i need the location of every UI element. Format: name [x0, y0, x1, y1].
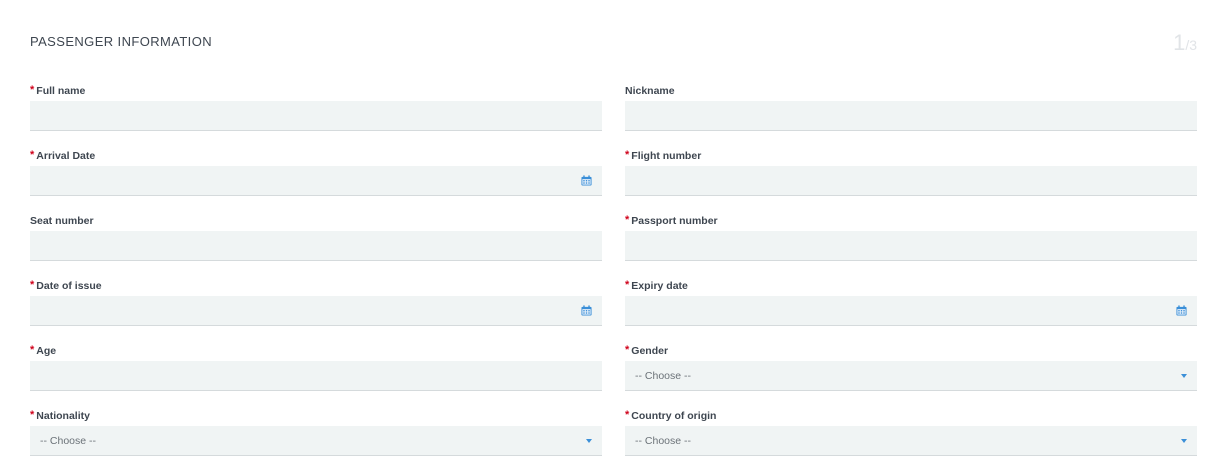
nickname-input[interactable] [625, 101, 1197, 131]
field-seat-number: Seat number [30, 210, 602, 275]
form-grid: * Full name Nickname * Arrival Date * Fl… [30, 80, 1197, 470]
required-marker: * [625, 279, 630, 291]
label-gender: * Gender [625, 344, 669, 357]
required-marker: * [625, 149, 630, 161]
nationality-select[interactable]: -- Choose -- [30, 426, 602, 456]
date-of-issue-input[interactable] [30, 296, 602, 326]
required-marker: * [625, 214, 630, 226]
flight-number-input[interactable] [625, 166, 1197, 196]
country-of-origin-selected-value: -- Choose -- [635, 434, 692, 447]
required-marker: * [30, 149, 35, 161]
field-arrival-date: * Arrival Date [30, 145, 602, 210]
label-age: * Age [30, 344, 57, 357]
chevron-down-icon[interactable] [1181, 374, 1187, 378]
chevron-down-icon[interactable] [1181, 439, 1187, 443]
label-date-of-issue: * Date of issue [30, 279, 102, 292]
label-seat-number: Seat number [30, 215, 94, 227]
field-nickname: Nickname [625, 80, 1197, 145]
age-input[interactable] [30, 361, 602, 391]
label-passport-number: * Passport number [625, 214, 718, 227]
required-marker: * [625, 344, 630, 356]
label-expiry-date: * Expiry date [625, 279, 688, 292]
gender-selected-value: -- Choose -- [635, 369, 692, 382]
label-nickname: Nickname [625, 85, 675, 97]
field-gender: * Gender -- Choose -- [625, 340, 1197, 405]
form-header: PASSENGER INFORMATION 1/3 [30, 0, 1197, 88]
expiry-date-input[interactable] [625, 296, 1197, 326]
step-total: 3 [1189, 37, 1197, 53]
calendar-icon[interactable] [1176, 305, 1187, 316]
step-indicator: 1/3 [1173, 30, 1197, 56]
section-title: PASSENGER INFORMATION [30, 34, 212, 49]
field-date-of-issue: * Date of issue [30, 275, 602, 340]
gender-select[interactable]: -- Choose -- [625, 361, 1197, 391]
arrival-date-input[interactable] [30, 166, 602, 196]
label-full-name: * Full name [30, 84, 86, 97]
label-arrival-date: * Arrival Date [30, 149, 96, 162]
field-full-name: * Full name [30, 80, 602, 145]
required-marker: * [30, 409, 35, 421]
required-marker: * [30, 84, 35, 96]
required-marker: * [30, 279, 35, 291]
field-country-of-origin: * Country of origin -- Choose -- [625, 405, 1197, 470]
field-flight-number: * Flight number [625, 145, 1197, 210]
nationality-selected-value: -- Choose -- [40, 434, 97, 447]
step-current: 1 [1173, 30, 1186, 55]
chevron-down-icon[interactable] [586, 439, 592, 443]
seat-number-input[interactable] [30, 231, 602, 261]
field-passport-number: * Passport number [625, 210, 1197, 275]
field-nationality: * Nationality -- Choose -- [30, 405, 602, 470]
label-nationality: * Nationality [30, 409, 90, 422]
calendar-icon[interactable] [581, 305, 592, 316]
field-age: * Age [30, 340, 602, 405]
required-marker: * [30, 344, 35, 356]
country-of-origin-select[interactable]: -- Choose -- [625, 426, 1197, 456]
passport-number-input[interactable] [625, 231, 1197, 261]
passenger-form-page: PASSENGER INFORMATION 1/3 * Full name Ni… [0, 0, 1209, 472]
field-expiry-date: * Expiry date [625, 275, 1197, 340]
required-marker: * [625, 409, 630, 421]
full-name-input[interactable] [30, 101, 602, 131]
calendar-icon[interactable] [581, 175, 592, 186]
label-country-of-origin: * Country of origin [625, 409, 717, 422]
label-flight-number: * Flight number [625, 149, 702, 162]
